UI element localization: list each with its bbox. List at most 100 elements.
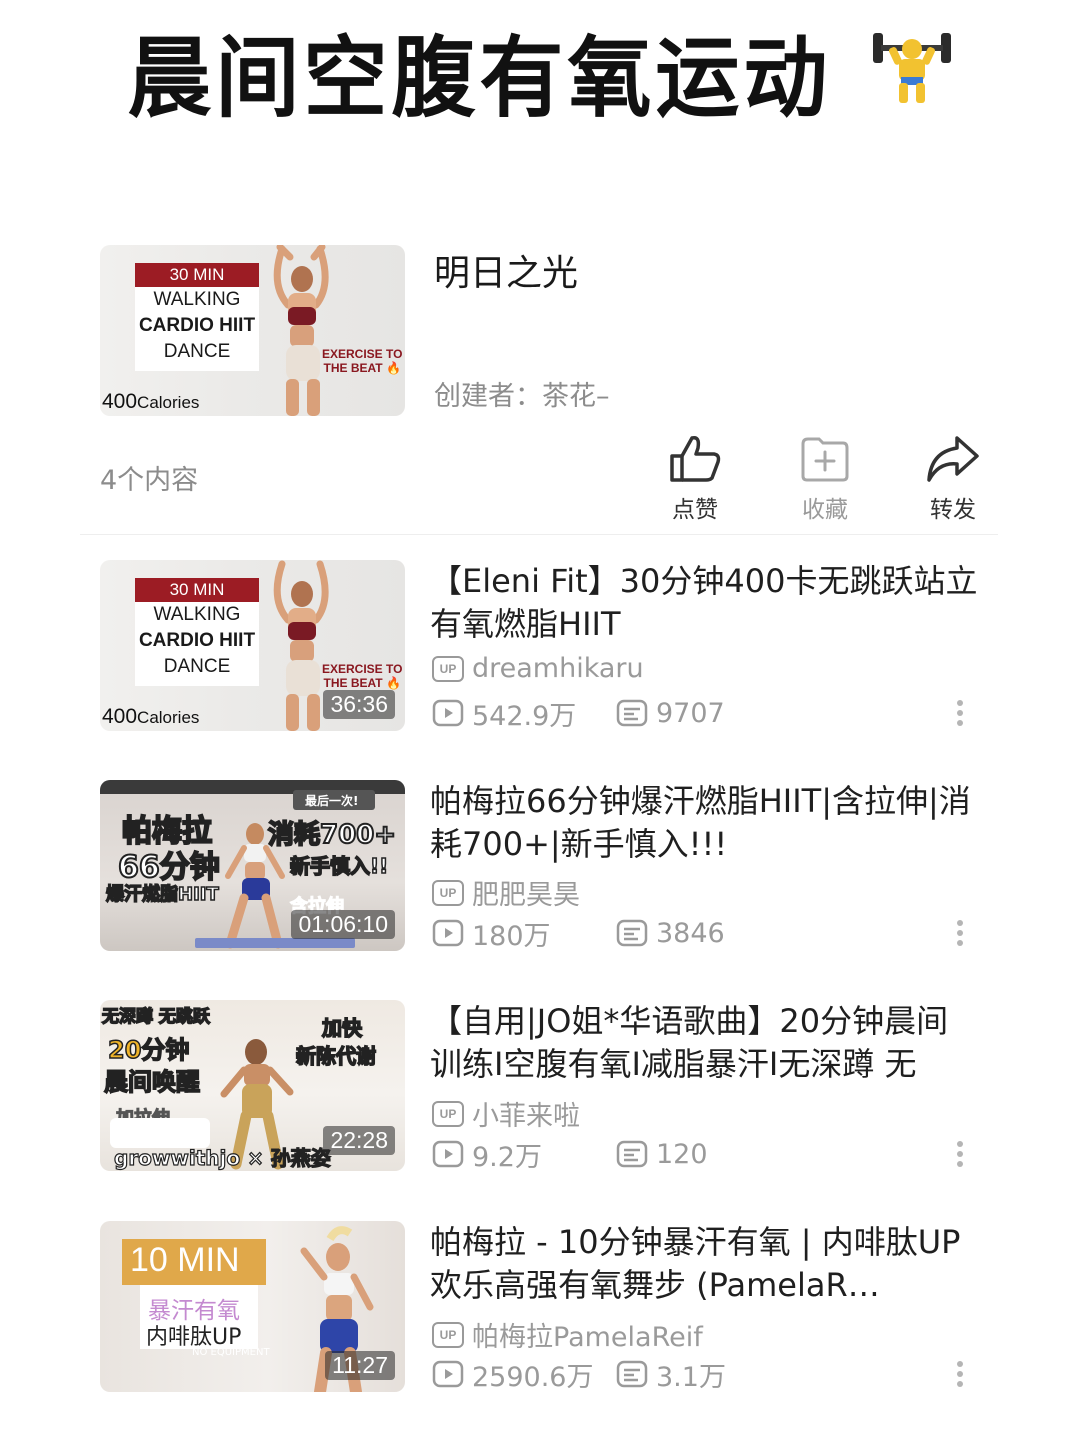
share-button[interactable]: 转发 [908,434,998,524]
comment-count-value: 9707 [656,697,725,729]
view-count: 542.9万 [432,694,576,733]
thumb-text: 加快 [321,1015,363,1041]
thumb-calories: 400Calories [102,705,199,729]
video-title[interactable]: 【Eleni Fit】30分钟400卡无跳跃站立有氧燃脂HIIT [430,560,978,646]
thumb-calories-unit: Calories [137,708,200,727]
thumb-text: 爆汗燃脂HIIT [105,883,219,906]
up-badge-icon: UP [432,655,464,682]
video-thumbnail[interactable]: 无深蹲 无跳跃 20分钟 晨间唤醒 加拉伸 加快 新陈代谢 growwithjo… [100,1000,405,1171]
video-stats: 542.9万 9707 [432,694,832,733]
view-count: 9.2万 [432,1135,542,1174]
thumbs-up-icon [670,435,721,482]
video-uploader[interactable]: UP dreamhikaru [432,653,644,684]
yoga-mat [195,938,355,948]
page-title-text: 晨间空腹有氧运动 [127,26,832,130]
view-count: 2590.6万 [432,1355,593,1394]
header-divider [80,534,998,535]
up-badge-icon: UP [432,1321,464,1348]
video-stats: 180万 3846 [432,914,832,953]
thumb-line2: CARDIO HIIT [138,315,256,336]
comment-count-value: 120 [656,1138,708,1170]
thumb-text: 无深蹲 无跳跃 [101,1006,210,1028]
like-label: 点赞 [672,497,718,523]
view-count-value: 9.2万 [472,1141,542,1173]
playlist-title: 明日之光 [434,253,579,294]
thumb-text: 10 MIN [130,1241,240,1279]
athlete-figure [273,245,329,416]
thumb-text: 新手慎入!! [289,853,389,879]
favorite-button[interactable]: 收藏 [780,434,870,524]
share-arrow-icon [927,436,979,482]
video-duration: 36:36 [323,690,395,719]
thumb-line1: WALKING [153,289,241,310]
comment-count-value: 3.1万 [656,1361,726,1393]
folder-plus-icon [801,437,849,482]
playlist-cover-thumbnail[interactable]: 30 MIN WALKING CARDIO HIIT DANCE 400Calo… [100,245,405,416]
danmaku-icon [616,1140,648,1168]
comment-count-value: 3846 [656,917,725,949]
up-badge-icon: UP [432,879,464,906]
more-options-icon[interactable] [950,1361,970,1391]
share-label: 转发 [930,497,976,523]
video-stats: 9.2万 120 [432,1135,832,1174]
like-button[interactable]: 点赞 [650,434,740,524]
video-stats: 2590.6万 3.1万 [432,1355,832,1394]
thumb-line1: WALKING [153,604,241,625]
playlist-item-count: 4个内容 [100,465,199,496]
uploader-name: dreamhikaru [472,653,644,684]
favorite-label: 收藏 [802,497,848,523]
danmaku-icon [616,1360,648,1388]
view-count-value: 542.9万 [472,700,577,732]
play-icon [432,1360,464,1388]
play-icon [432,699,464,727]
comment-count: 3846 [616,918,725,949]
view-count-value: 2590.6万 [472,1361,594,1393]
danmaku-icon [616,919,648,947]
playlist-creator[interactable]: 创建者：茶花– [434,374,610,413]
video-duration: 01:06:10 [291,910,395,939]
video-title[interactable]: 【自用|JO姐*华语歌曲】20分钟晨间训练I空腹有氧I减脂暴汗I无深蹲 无跳… [430,1000,978,1086]
comment-count: 3.1万 [616,1355,726,1394]
more-options-icon[interactable] [950,920,970,950]
uploader-name: 帕梅拉PamelaReif [472,1322,703,1353]
view-count-value: 180万 [472,920,551,952]
thumb-line3: DANCE [163,656,231,677]
weightlifter-icon [871,18,953,138]
thumb-text: 20分钟 [107,1035,190,1065]
video-duration: 11:27 [325,1351,395,1380]
comment-count: 9707 [616,698,725,729]
thumb-text: growwithjo × 孙燕姿 [113,1145,331,1170]
thumb-calories: 400Calories [102,390,199,414]
view-count: 180万 [432,914,551,953]
video-uploader[interactable]: UP 小菲来啦 [432,1094,580,1133]
video-uploader[interactable]: UP 肥肥昊昊 [432,873,580,912]
page-title: 晨间空腹有氧运动 [0,18,1080,138]
video-title[interactable]: 帕梅拉66分钟爆汗燃脂HIIT|含拉伸|消耗700+|新手慎入!!! [430,780,978,866]
video-thumbnail[interactable]: 30 MIN WALKING CARDIO HIIT DANCE 400Calo… [100,560,405,731]
play-icon [432,919,464,947]
thumb-text-block: WALKING CARDIO HIIT DANCE [135,602,259,686]
thumb-text-block: WALKING CARDIO HIIT DANCE [135,287,259,371]
comment-count: 120 [616,1139,708,1170]
danmaku-icon [616,699,648,727]
thumb-badge: 30 MIN [135,578,259,602]
uploader-name: 小菲来啦 [472,1101,580,1132]
uploader-name: 肥肥昊昊 [472,880,580,911]
video-duration: 22:28 [323,1126,395,1155]
thumb-text: 晨间唤醒 [103,1067,201,1097]
thumb-text: 新陈代谢 [295,1043,377,1069]
athlete-figure [225,823,285,949]
video-thumbnail[interactable]: 帕梅拉 66分钟 爆汗燃脂HIIT 最后一次! 消耗700+ 新手慎入!! 含拉… [100,780,405,951]
video-title[interactable]: 帕梅拉 - 10分钟暴汗有氧 | 内啡肽UP 欢乐高强有氧舞步 (PamelaR… [430,1221,978,1307]
video-thumbnail[interactable]: 10 MIN 暴汗有氧 内啡肽UP NO EQUIPMENT 11:27 [100,1221,405,1392]
thumb-calories-num: 400 [102,390,138,413]
more-options-icon[interactable] [950,1141,970,1171]
thumb-calories-num: 400 [102,705,138,728]
thumb-badge: 30 MIN [135,263,259,287]
thumb-calories-unit: Calories [137,393,200,412]
more-options-icon[interactable] [950,700,970,730]
thumb-text: 最后一次! [305,794,359,808]
thumb-text: NO EQUIPMENT [192,1347,270,1358]
video-uploader[interactable]: UP 帕梅拉PamelaReif [432,1315,703,1354]
up-badge-icon: UP [432,1100,464,1127]
